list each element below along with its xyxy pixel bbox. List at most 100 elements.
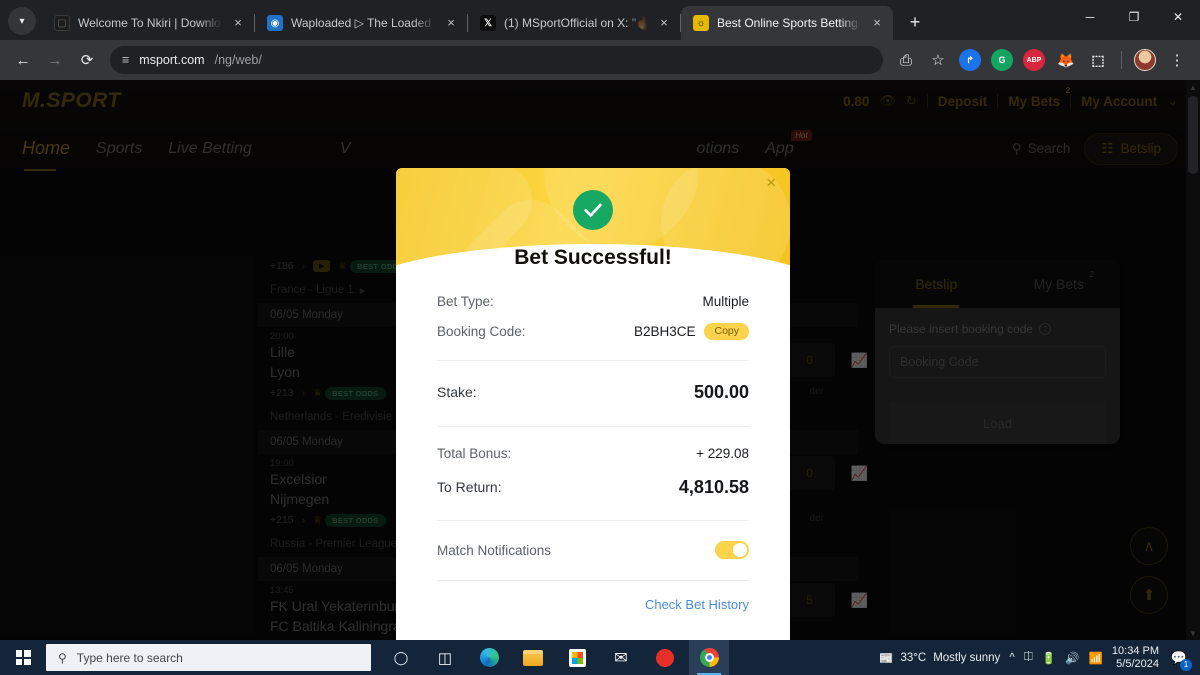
notification-center-button[interactable]: 💬 1 bbox=[1168, 647, 1192, 671]
dialog-body: Bet Type: Multiple Booking Code: B2BH3CE… bbox=[396, 286, 790, 614]
booking-code-row: Booking Code: B2BH3CE Copy bbox=[437, 316, 749, 346]
stake-label: Stake: bbox=[437, 384, 477, 400]
success-check-icon bbox=[573, 190, 613, 230]
close-window-button[interactable]: ✕ bbox=[1156, 0, 1200, 34]
to-return-label: To Return: bbox=[437, 479, 502, 495]
divider bbox=[437, 426, 749, 427]
taskbar-search-box[interactable]: ⚲ Type here to search bbox=[46, 644, 371, 671]
grammarly-extension-icon[interactable]: G bbox=[991, 49, 1013, 71]
site-settings-icon[interactable]: ≡ bbox=[122, 53, 129, 67]
tray-wifi-icon[interactable]: 📶 bbox=[1089, 651, 1103, 665]
extension-icon-1[interactable]: ↱ bbox=[959, 49, 981, 71]
close-icon[interactable]: × bbox=[766, 174, 776, 191]
notification-count-badge: 1 bbox=[1180, 658, 1192, 671]
clock-time: 10:34 PM bbox=[1111, 644, 1159, 657]
weather-description: Mostly sunny bbox=[933, 651, 1001, 664]
match-notifications-row: Match Notifications bbox=[437, 530, 749, 570]
tray-expand-chevron-icon[interactable]: ^ bbox=[1009, 652, 1014, 664]
back-icon[interactable]: ← bbox=[8, 45, 38, 75]
match-notifications-toggle[interactable] bbox=[715, 541, 749, 559]
new-tab-button[interactable]: + bbox=[901, 8, 929, 36]
toolbar-separator bbox=[1121, 51, 1122, 69]
maximize-button[interactable]: ❐ bbox=[1112, 0, 1156, 34]
tray-battery-icon[interactable]: 🔋 bbox=[1042, 651, 1056, 665]
taskbar-app-buttons: ◯ ◫ ✉ bbox=[381, 640, 729, 675]
taskbar-google-chrome-icon[interactable] bbox=[689, 640, 729, 675]
bookmark-star-icon[interactable]: ☆ bbox=[923, 45, 953, 75]
browser-tab-4-close-icon[interactable]: × bbox=[869, 15, 885, 31]
toggle-knob bbox=[733, 543, 747, 557]
taskbar-clock[interactable]: 10:34 PM 5/5/2024 bbox=[1112, 645, 1159, 671]
taskbar-mail-icon[interactable]: ✉ bbox=[601, 640, 641, 675]
browser-tab-4[interactable]: ☼ Best Online Sports Betting and × bbox=[681, 6, 893, 40]
copy-button[interactable]: Copy bbox=[704, 322, 749, 340]
toolbar-right-actions: ⎙ ☆ ↱ G ABP 🦊 ⬚ ⋮ bbox=[891, 45, 1192, 75]
adblock-plus-extension-icon[interactable]: ABP bbox=[1023, 49, 1045, 71]
browser-tab-3[interactable]: 𝕏 (1) MSportOfficial on X: "🔥 #M × bbox=[468, 6, 680, 40]
tab-strip: ▾ ▢ Welcome To Nkiri | Download f × ◉ Wa… bbox=[0, 0, 1200, 40]
tray-onedrive-icon[interactable]: ⎅ bbox=[1024, 651, 1033, 664]
booking-code-label: Booking Code: bbox=[437, 323, 526, 339]
check-bet-history-row: Check Bet History bbox=[437, 590, 749, 614]
browser-tab-2-close-icon[interactable]: × bbox=[443, 15, 459, 31]
taskbar-opera-icon[interactable] bbox=[645, 640, 685, 675]
browser-tab-1[interactable]: ▢ Welcome To Nkiri | Download f × bbox=[42, 6, 254, 40]
browser-tab-3-close-icon[interactable]: × bbox=[656, 15, 672, 31]
windows-taskbar: ⚲ Type here to search ◯ ◫ ✉ 📰 33°C Mostl… bbox=[0, 640, 1200, 675]
stake-value: 500.00 bbox=[693, 381, 749, 402]
booking-code-value: B2BH3CE bbox=[633, 323, 696, 339]
reload-icon[interactable]: ⟳ bbox=[72, 45, 102, 75]
install-app-icon[interactable]: ⎙ bbox=[891, 45, 921, 75]
divider bbox=[437, 360, 749, 361]
profile-avatar[interactable] bbox=[1134, 49, 1156, 71]
taskbar-file-explorer-icon[interactable] bbox=[513, 640, 553, 675]
browser-tab-4-title: Best Online Sports Betting and bbox=[717, 16, 861, 30]
page-viewport: M.SPORT 0.80 👁 ↻ Deposit My Bets 2 My Ac… bbox=[0, 80, 1200, 640]
address-bar[interactable]: ≡ msport.com/ng/web/ bbox=[110, 46, 883, 74]
clock-date: 5/5/2024 bbox=[1116, 657, 1159, 670]
bet-type-value: Multiple bbox=[702, 293, 749, 309]
browser-tab-1-title: Welcome To Nkiri | Download f bbox=[78, 16, 222, 30]
match-notifications-label: Match Notifications bbox=[437, 542, 552, 558]
x-favicon: 𝕏 bbox=[480, 15, 496, 31]
browser-toolbar: ← → ⟳ ≡ msport.com/ng/web/ ⎙ ☆ ↱ G ABP 🦊… bbox=[0, 40, 1200, 80]
chrome-menu-icon[interactable]: ⋮ bbox=[1162, 45, 1192, 75]
total-bonus-value: + 229.08 bbox=[696, 445, 749, 461]
forward-icon[interactable]: → bbox=[40, 45, 70, 75]
extensions-puzzle-icon[interactable]: ⬚ bbox=[1087, 49, 1109, 71]
taskbar-cortana-icon[interactable]: ◯ bbox=[381, 640, 421, 675]
tray-volume-icon[interactable]: 🔊 bbox=[1065, 651, 1079, 665]
browser-window: ▾ ▢ Welcome To Nkiri | Download f × ◉ Wa… bbox=[0, 0, 1200, 640]
nkiri-favicon: ▢ bbox=[54, 15, 70, 31]
bet-successful-dialog: Bet Successful! × Bet Type: Multiple Boo… bbox=[396, 168, 790, 640]
to-return-row: To Return: 4,810.58 bbox=[437, 470, 749, 504]
taskbar-microsoft-edge-icon[interactable] bbox=[469, 640, 509, 675]
dialog-title: Bet Successful! bbox=[514, 246, 672, 269]
browser-tab-3-title: (1) MSportOfficial on X: "🔥 #M bbox=[504, 16, 648, 30]
weather-widget[interactable]: 📰 33°C Mostly sunny bbox=[879, 651, 1000, 665]
taskbar-microsoft-store-icon[interactable] bbox=[557, 640, 597, 675]
start-button[interactable] bbox=[0, 640, 46, 675]
chevron-down-icon: ▾ bbox=[19, 15, 25, 27]
divider bbox=[437, 580, 749, 581]
total-bonus-label: Total Bonus: bbox=[437, 445, 512, 461]
metamask-extension-icon[interactable]: 🦊 bbox=[1055, 49, 1077, 71]
waploaded-favicon: ◉ bbox=[267, 15, 283, 31]
browser-tab-2-title: Waploaded ▷ The Loaded Ente bbox=[291, 16, 435, 30]
search-icon: ⚲ bbox=[58, 650, 67, 665]
minimize-button[interactable]: ─ bbox=[1068, 0, 1112, 34]
taskbar-search-placeholder: Type here to search bbox=[76, 650, 183, 665]
divider bbox=[437, 520, 749, 521]
windows-logo-icon bbox=[15, 650, 31, 665]
news-weather-icon: 📰 bbox=[879, 652, 894, 665]
tab-search-button[interactable]: ▾ bbox=[8, 7, 36, 35]
browser-tab-1-close-icon[interactable]: × bbox=[230, 15, 246, 31]
window-controls: ─ ❐ ✕ bbox=[1068, 0, 1200, 34]
check-bet-history-link[interactable]: Check Bet History bbox=[645, 597, 749, 612]
weather-temperature: 33°C bbox=[900, 651, 927, 664]
total-bonus-row: Total Bonus: + 229.08 bbox=[437, 436, 749, 470]
bet-type-row: Bet Type: Multiple bbox=[437, 286, 749, 316]
to-return-value: 4,810.58 bbox=[678, 476, 749, 497]
browser-tab-2[interactable]: ◉ Waploaded ▷ The Loaded Ente × bbox=[255, 6, 467, 40]
taskbar-task-view-icon[interactable]: ◫ bbox=[425, 640, 465, 675]
